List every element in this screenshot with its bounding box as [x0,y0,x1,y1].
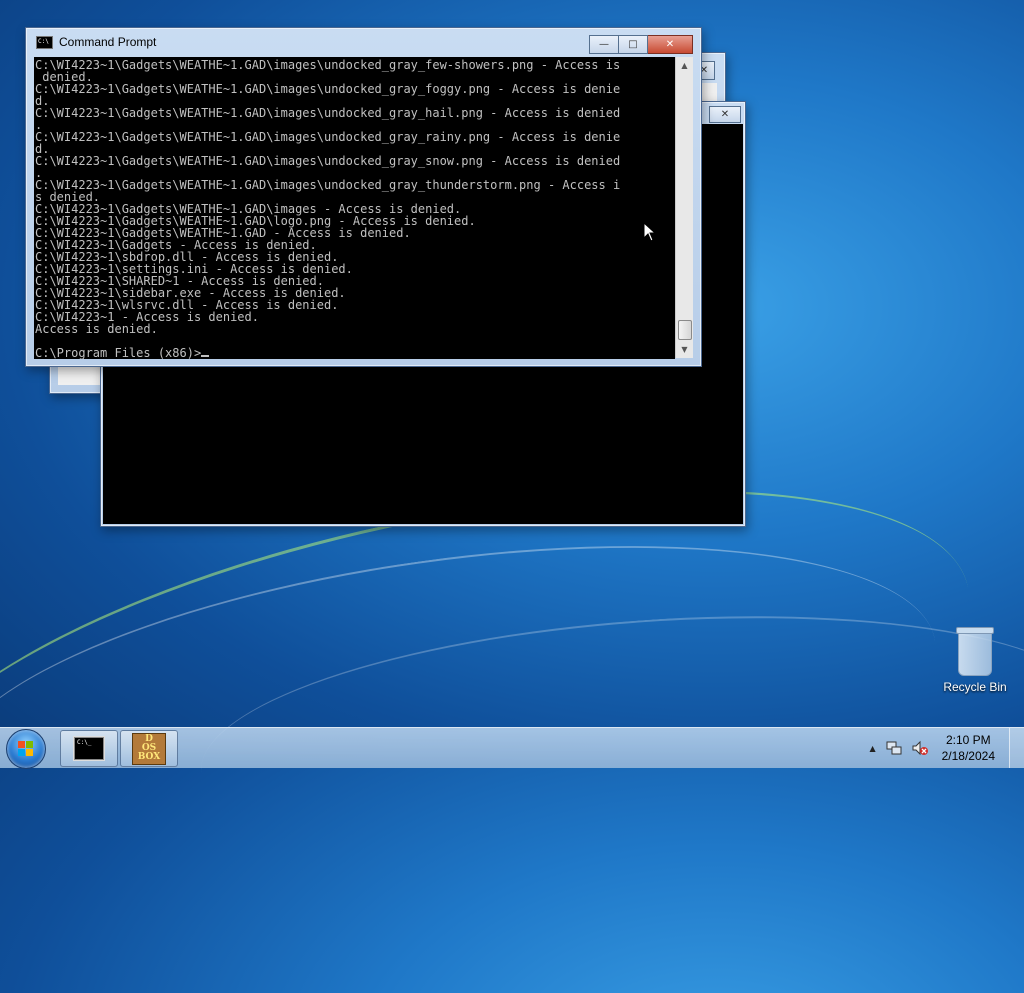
middle-window-close-button[interactable]: ✕ [709,106,741,123]
window-title: Command Prompt [59,35,157,49]
scroll-up-arrow-icon[interactable]: ▲ [676,57,693,74]
recycle-bin-label: Recycle Bin [943,680,1007,694]
clock-date: 2/18/2024 [941,749,995,763]
dosbox-icon: D OS BOX [132,732,166,765]
minimize-button[interactable]: — [589,35,619,54]
system-tray: ▲ 2:10 PM 2/18/2024 [869,728,1024,768]
wallpaper-swoosh [0,491,957,931]
taskbar-command-prompt-button[interactable]: C:\_ [60,730,118,767]
maximize-button[interactable]: □ [619,35,648,54]
show-hidden-icons-button[interactable]: ▲ [869,744,875,753]
vertical-scrollbar[interactable]: ▲ ▼ [675,57,693,358]
network-icon[interactable] [886,740,902,756]
windows-logo-icon [18,741,34,757]
console-output[interactable]: C:\WI4223~1\Gadgets\WEATHE~1.GAD\images\… [34,57,675,359]
scroll-thumb[interactable] [678,320,692,340]
recycle-bin-icon [956,627,994,676]
scroll-down-arrow-icon[interactable]: ▼ [676,341,693,358]
clock-time: 2:10 PM [945,733,991,747]
taskbar-dosbox-button[interactable]: D OS BOX [120,730,178,767]
command-prompt-icon: C:\_ [74,737,104,760]
show-desktop-button[interactable] [1009,728,1024,768]
clock[interactable]: 2:10 PM 2/18/2024 [942,732,995,764]
cmd-app-icon: C:\ [36,35,53,49]
close-button[interactable]: ✕ [648,35,693,54]
volume-muted-icon[interactable] [912,740,928,756]
command-prompt-window[interactable]: C:\ Command Prompt — □ ✕ C:\WI4223~1\Gad… [25,27,702,367]
recycle-bin[interactable]: Recycle Bin [936,627,1014,694]
start-button[interactable] [6,729,46,769]
console-text: C:\WI4223~1\Gadgets\WEATHE~1.GAD\images\… [35,58,621,359]
text-cursor [201,355,210,357]
taskbar: C:\_ D OS BOX ▲ 2:10 PM 2/18/2024 [0,727,1024,769]
mouse-pointer-icon [643,222,657,242]
